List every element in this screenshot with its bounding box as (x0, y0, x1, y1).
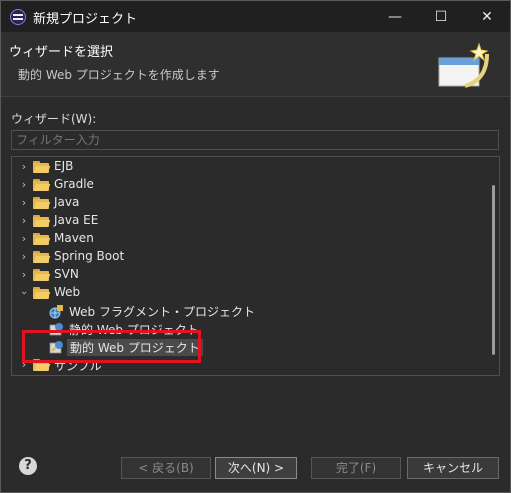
tree-item-gradle[interactable]: › Gradle (12, 176, 482, 194)
tree-item-maven[interactable]: › Maven (12, 230, 482, 248)
tree-item-label: Web (54, 285, 81, 299)
tree-item-web[interactable]: › Web (12, 284, 482, 302)
tree-item-ejb[interactable]: › EJB (12, 158, 482, 176)
back-button[interactable]: < 戻る(B) (121, 457, 211, 479)
chevron-right-icon[interactable]: › (18, 161, 30, 173)
filter-input[interactable] (11, 130, 499, 150)
chevron-right-icon[interactable]: › (18, 251, 30, 263)
chevron-right-icon[interactable]: › (18, 233, 30, 245)
tree-item-java[interactable]: › Java (12, 194, 482, 212)
chevron-right-icon[interactable]: › (18, 215, 30, 227)
chevron-right-icon[interactable]: › (18, 179, 30, 191)
title-bar: 新規プロジェクト — ☐ ✕ (1, 1, 510, 32)
eclipse-icon (10, 9, 26, 25)
folder-icon (33, 179, 49, 191)
header-description: 動的 Web プロジェクトを作成します (18, 68, 220, 82)
tree-item-spring-boot[interactable]: › Spring Boot (12, 248, 482, 266)
chevron-right-icon[interactable]: › (18, 269, 30, 281)
wizards-label: ウィザード(W): (11, 112, 97, 126)
chevron-down-icon[interactable]: › (18, 287, 31, 299)
annotation-highlight-box (22, 330, 201, 363)
chevron-right-icon[interactable]: › (18, 197, 30, 209)
finish-button[interactable]: 完了(F) (311, 457, 401, 479)
wizard-banner-icon (438, 42, 489, 88)
close-button[interactable]: ✕ (464, 1, 510, 32)
cancel-button[interactable]: キャンセル (407, 457, 499, 479)
tree-item-svn[interactable]: › SVN (12, 266, 482, 284)
tree-item-label: SVN (54, 267, 79, 281)
tree-item-java-ee[interactable]: › Java EE (12, 212, 482, 230)
folder-icon (33, 215, 49, 227)
folder-icon (33, 233, 49, 245)
folder-icon (33, 251, 49, 263)
new-project-dialog: 新規プロジェクト — ☐ ✕ ウィザードを選択 動的 Web プロジェクトを作成… (0, 0, 511, 493)
tree-item-label: Web フラグメント・プロジェクト (69, 305, 255, 319)
window-title: 新規プロジェクト (33, 12, 138, 27)
tree-item-label: EJB (54, 159, 74, 173)
tree-item-web-fragment-project[interactable]: Web フラグメント・プロジェクト (12, 302, 482, 320)
tree-scrollbar[interactable] (492, 185, 495, 355)
tree-item-label: Java (54, 195, 80, 209)
tree-item-label: Spring Boot (54, 249, 125, 263)
help-icon[interactable]: ? (19, 457, 37, 475)
maximize-button[interactable]: ☐ (418, 1, 464, 32)
tree-item-label: Gradle (54, 177, 94, 191)
folder-icon (33, 269, 49, 281)
wizard-header: ウィザードを選択 動的 Web プロジェクトを作成します (1, 32, 510, 97)
web-fragment-project-icon (49, 305, 63, 319)
folder-open-icon (33, 287, 49, 299)
next-button[interactable]: 次へ(N) > (215, 457, 297, 479)
minimize-button[interactable]: — (372, 1, 418, 32)
folder-icon (33, 197, 49, 209)
tree-item-label: Java EE (54, 213, 99, 227)
header-title: ウィザードを選択 (9, 45, 114, 60)
folder-icon (33, 161, 49, 173)
tree-item-label: Maven (54, 231, 94, 245)
